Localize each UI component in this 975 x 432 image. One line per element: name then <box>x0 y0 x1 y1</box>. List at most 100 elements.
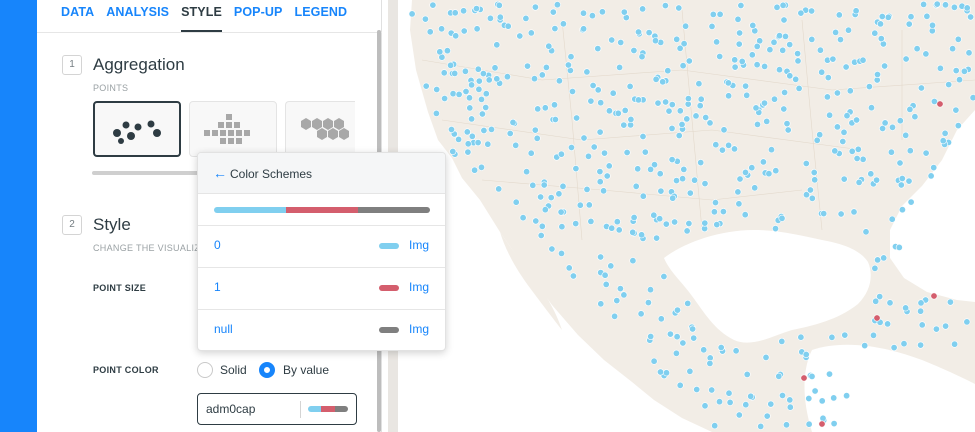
city-point[interactable] <box>609 89 617 97</box>
city-point[interactable] <box>646 286 654 294</box>
city-point[interactable] <box>825 370 833 378</box>
city-point[interactable] <box>576 201 584 209</box>
city-point[interactable] <box>661 2 669 10</box>
city-point[interactable] <box>482 90 490 98</box>
city-point[interactable] <box>936 64 944 72</box>
city-point[interactable] <box>653 234 661 242</box>
city-point[interactable] <box>786 72 794 80</box>
city-point[interactable] <box>862 228 870 236</box>
city-point[interactable] <box>839 138 847 146</box>
city-point[interactable] <box>759 158 767 166</box>
city-point[interactable] <box>818 397 826 405</box>
city-point[interactable] <box>433 86 441 94</box>
city-point[interactable] <box>629 228 637 236</box>
city-point[interactable] <box>765 170 773 178</box>
city-point[interactable] <box>464 148 472 156</box>
city-point[interactable] <box>719 208 727 216</box>
city-point[interactable] <box>781 89 789 97</box>
city-point[interactable] <box>881 119 889 127</box>
city-point[interactable] <box>679 339 687 347</box>
city-point[interactable] <box>685 57 693 65</box>
city-point[interactable] <box>741 211 749 219</box>
city-point[interactable] <box>662 98 670 106</box>
city-point[interactable] <box>731 63 739 71</box>
city-point[interactable] <box>794 57 802 65</box>
city-point[interactable] <box>422 82 430 90</box>
city-point[interactable] <box>468 115 476 123</box>
city-point[interactable] <box>713 38 721 46</box>
city-point[interactable] <box>629 257 637 265</box>
city-point[interactable] <box>557 208 565 216</box>
city-point[interactable] <box>884 320 892 328</box>
city-point[interactable] <box>496 13 504 21</box>
city-point[interactable] <box>559 20 567 28</box>
city-point[interactable] <box>608 224 616 232</box>
city-point[interactable] <box>650 211 658 219</box>
city-point[interactable] <box>473 5 481 13</box>
color-ramp-preview[interactable] <box>308 406 348 412</box>
city-point[interactable] <box>616 63 624 71</box>
city-point[interactable] <box>747 392 755 400</box>
city-point[interactable] <box>613 218 621 226</box>
city-point[interactable] <box>529 181 537 189</box>
city-point[interactable] <box>735 200 743 208</box>
city-point[interactable] <box>871 264 879 272</box>
city-point[interactable] <box>602 280 610 288</box>
city-point[interactable] <box>965 49 973 57</box>
city-point[interactable] <box>905 20 913 28</box>
city-point[interactable] <box>605 107 613 115</box>
city-point[interactable] <box>743 370 751 378</box>
city-point[interactable] <box>797 9 805 17</box>
city-point[interactable] <box>902 131 910 139</box>
category-color-swatch[interactable] <box>379 243 399 249</box>
city-point[interactable] <box>630 46 638 54</box>
city-point[interactable] <box>537 193 545 201</box>
city-point[interactable] <box>596 178 604 186</box>
city-point[interactable] <box>451 69 459 77</box>
city-point[interactable] <box>886 299 894 307</box>
city-point[interactable] <box>711 422 719 430</box>
city-point[interactable] <box>605 162 613 170</box>
city-point[interactable] <box>808 7 816 15</box>
city-point[interactable] <box>495 1 503 9</box>
city-point[interactable] <box>684 299 692 307</box>
tab-legend[interactable]: LEGEND <box>294 0 347 32</box>
city-point[interactable] <box>854 145 862 153</box>
city-point[interactable] <box>647 332 655 340</box>
city-point[interactable] <box>794 50 802 58</box>
city-point[interactable] <box>781 32 789 40</box>
city-point[interactable] <box>811 176 819 184</box>
city-point[interactable] <box>531 126 539 134</box>
city-point[interactable] <box>441 95 449 103</box>
capital-point[interactable] <box>800 374 808 382</box>
city-point[interactable] <box>884 13 892 21</box>
city-point[interactable] <box>751 184 759 192</box>
city-point[interactable] <box>686 367 694 375</box>
city-point[interactable] <box>662 220 670 228</box>
popover-title[interactable]: Color Schemes <box>230 167 312 181</box>
city-point[interactable] <box>738 57 746 65</box>
city-point[interactable] <box>672 349 680 357</box>
city-point[interactable] <box>946 298 954 306</box>
city-point[interactable] <box>930 164 938 172</box>
city-point[interactable] <box>850 208 858 216</box>
city-point[interactable] <box>597 99 605 107</box>
city-point[interactable] <box>760 99 768 107</box>
city-point[interactable] <box>731 56 739 64</box>
city-point[interactable] <box>537 232 545 240</box>
city-point[interactable] <box>917 341 925 349</box>
city-point[interactable] <box>682 22 690 30</box>
city-point[interactable] <box>438 25 446 33</box>
city-point[interactable] <box>580 25 588 33</box>
city-point[interactable] <box>558 223 566 231</box>
city-point[interactable] <box>837 210 845 218</box>
city-point[interactable] <box>735 40 743 48</box>
city-point[interactable] <box>712 141 720 149</box>
city-point[interactable] <box>692 112 700 120</box>
city-point[interactable] <box>835 11 843 19</box>
city-point[interactable] <box>950 3 958 11</box>
city-point[interactable] <box>683 227 691 235</box>
city-point[interactable] <box>942 322 950 330</box>
city-point[interactable] <box>842 63 850 71</box>
city-point[interactable] <box>534 105 542 113</box>
